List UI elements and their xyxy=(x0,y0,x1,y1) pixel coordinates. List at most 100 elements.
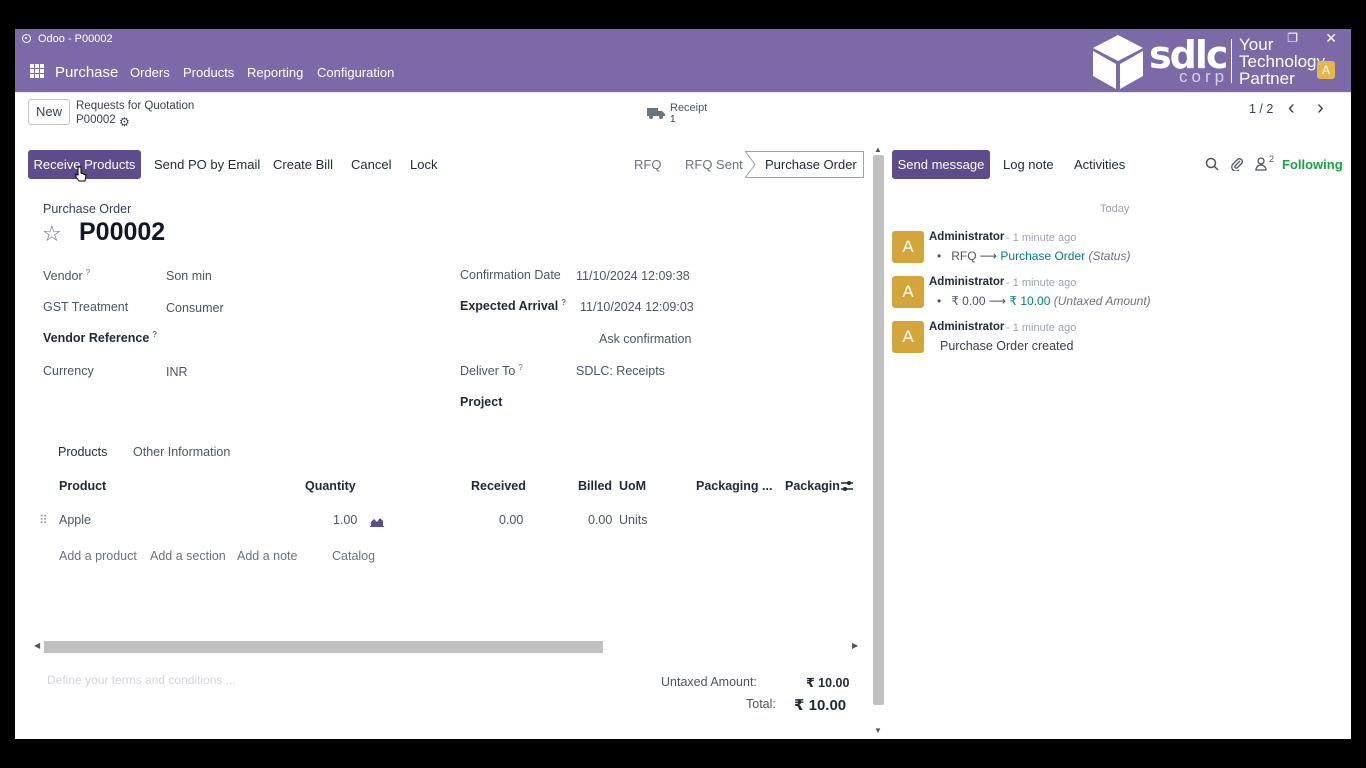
row-quantity[interactable]: 1.00 xyxy=(333,513,357,527)
untaxed-amount-label: Untaxed Amount: xyxy=(661,675,757,689)
scroll-left-arrow[interactable]: ◀ xyxy=(34,641,40,650)
new-button[interactable]: New xyxy=(28,99,70,125)
paperclip-icon[interactable] xyxy=(1230,157,1244,171)
status-purchase-order[interactable]: Purchase Order xyxy=(745,151,864,178)
vendor-reference-label: Vendor Reference? xyxy=(43,330,158,346)
tab-other-information[interactable]: Other Information xyxy=(133,445,230,459)
menu-reporting[interactable]: Reporting xyxy=(247,65,303,80)
scroll-up-arrow[interactable]: ▲ xyxy=(874,145,882,154)
message-time: - 1 minute ago xyxy=(1006,277,1077,289)
breadcrumb-current: P00002 xyxy=(76,114,116,126)
window-title: Odoo - P00002 xyxy=(38,33,113,45)
col-header-packaging[interactable]: Packagin xyxy=(785,479,840,493)
search-icon[interactable] xyxy=(1205,157,1219,171)
col-header-received[interactable]: Received xyxy=(471,479,526,493)
menu-orders[interactable]: Orders xyxy=(130,65,170,80)
vertical-scrollbar[interactable] xyxy=(873,155,884,705)
help-icon: ? xyxy=(85,268,91,277)
avatar[interactable]: A xyxy=(892,321,924,353)
send-po-by-email-button[interactable]: Send PO by Email xyxy=(154,157,260,172)
chevron-left-icon[interactable]: ‹ xyxy=(1288,97,1295,120)
add-product-link[interactable]: Add a product xyxy=(59,549,137,563)
gst-treatment-field[interactable]: Consumer xyxy=(166,301,224,315)
chevron-right-icon[interactable]: › xyxy=(1317,97,1324,120)
odoo-window: Odoo - P00002 ❐ ✕ Purchase Orders Produc… xyxy=(15,29,1351,739)
deliver-to-field[interactable]: SDLC: Receipts xyxy=(576,364,665,378)
pager-value[interactable]: 1 / 2 xyxy=(1249,102,1273,116)
catalog-link[interactable]: Catalog xyxy=(332,549,375,563)
cancel-button[interactable]: Cancel xyxy=(351,157,391,172)
log-note-button[interactable]: Log note xyxy=(1003,157,1054,172)
logo-tagline: Your Technology Partner xyxy=(1239,35,1326,88)
currency-field[interactable]: INR xyxy=(166,365,188,379)
tracking-line: • RFQ ⟶ Purchase Order (Status) xyxy=(937,249,1131,263)
create-bill-button[interactable]: Create Bill xyxy=(273,157,333,172)
odoo-icon xyxy=(22,34,31,43)
message-author[interactable]: Administrator xyxy=(929,276,1004,288)
avatar[interactable]: A xyxy=(892,231,924,263)
deliver-to-label: Deliver To? xyxy=(460,363,523,379)
receipt-count: 1 xyxy=(670,114,676,125)
scroll-down-arrow[interactable]: ▼ xyxy=(874,726,882,735)
receipt-smart-button[interactable]: Receipt 1 xyxy=(647,101,717,127)
menu-configuration[interactable]: Configuration xyxy=(317,65,394,80)
confirmation-date-field[interactable]: 11/10/2024 12:09:38 xyxy=(576,269,690,283)
truck-icon xyxy=(647,108,665,119)
star-icon[interactable]: ☆ xyxy=(42,221,62,247)
drag-handle-icon[interactable]: ⠿ xyxy=(39,513,48,527)
send-message-button[interactable]: Send message xyxy=(892,150,990,179)
following-button[interactable]: Following xyxy=(1282,157,1343,172)
vendor-field[interactable]: Son min xyxy=(166,269,212,283)
status-rfq[interactable]: RFQ xyxy=(634,157,661,172)
date-separator: Today xyxy=(1100,203,1130,215)
tab-products[interactable]: Products xyxy=(58,445,107,459)
logo-subtext: corp xyxy=(1179,67,1229,86)
menu-products[interactable]: Products xyxy=(183,65,234,80)
forecast-chart-icon[interactable] xyxy=(370,516,384,527)
hand-cursor-icon xyxy=(75,166,87,182)
column-settings-icon[interactable] xyxy=(840,479,854,493)
expected-arrival-label: Expected Arrival? xyxy=(460,298,567,314)
total-value: ₹ 10.00 xyxy=(794,697,847,714)
ask-confirmation-checkbox-label[interactable]: Ask confirmation xyxy=(599,332,691,346)
message-time: - 1 minute ago xyxy=(1006,322,1077,334)
page-title: P00002 xyxy=(79,218,166,246)
col-header-billed[interactable]: Billed xyxy=(578,479,612,493)
receipt-label: Receipt xyxy=(670,102,708,114)
vendor-label: Vendor? xyxy=(43,268,91,284)
add-note-link[interactable]: Add a note xyxy=(237,549,297,563)
col-header-packaging-qty[interactable]: Packaging ... xyxy=(696,479,772,493)
user-avatar[interactable]: A xyxy=(1317,61,1335,79)
followers-count: 2 xyxy=(1269,154,1275,164)
row-received[interactable]: 0.00 xyxy=(499,513,523,527)
project-label: Project xyxy=(460,395,503,409)
terms-input[interactable]: Define your terms and conditions ... xyxy=(47,673,236,687)
total-label: Total: xyxy=(746,697,776,711)
scroll-right-arrow[interactable]: ▶ xyxy=(852,641,858,650)
col-header-quantity[interactable]: Quantity xyxy=(305,479,356,493)
status-arrow xyxy=(745,151,756,178)
message-author[interactable]: Administrator xyxy=(929,321,1004,333)
horizontal-scrollbar[interactable] xyxy=(44,641,603,653)
breadcrumb-parent[interactable]: Requests for Quotation xyxy=(76,100,194,112)
app-name[interactable]: Purchase xyxy=(55,64,118,81)
logo-divider xyxy=(1231,39,1232,83)
help-icon: ? xyxy=(152,330,158,339)
row-uom[interactable]: Units xyxy=(619,513,647,527)
lock-button[interactable]: Lock xyxy=(410,157,437,172)
status-rfq-sent[interactable]: RFQ Sent xyxy=(685,157,743,172)
cube-logo-icon xyxy=(1093,35,1143,89)
col-header-uom[interactable]: UoM xyxy=(619,479,646,493)
followers-icon[interactable] xyxy=(1255,157,1269,171)
row-product[interactable]: Apple xyxy=(59,513,91,527)
activities-button[interactable]: Activities xyxy=(1074,157,1125,172)
apps-menu-icon[interactable] xyxy=(30,64,44,78)
expected-arrival-field[interactable]: 11/10/2024 12:09:03 xyxy=(580,300,694,314)
form-subtitle: Purchase Order xyxy=(43,202,132,216)
add-section-link[interactable]: Add a section xyxy=(150,549,226,563)
row-billed[interactable]: 0.00 xyxy=(588,513,612,527)
message-author[interactable]: Administrator xyxy=(929,231,1004,243)
col-header-product[interactable]: Product xyxy=(59,479,106,493)
avatar[interactable]: A xyxy=(892,276,924,308)
gear-icon[interactable]: ⚙ xyxy=(119,115,130,129)
